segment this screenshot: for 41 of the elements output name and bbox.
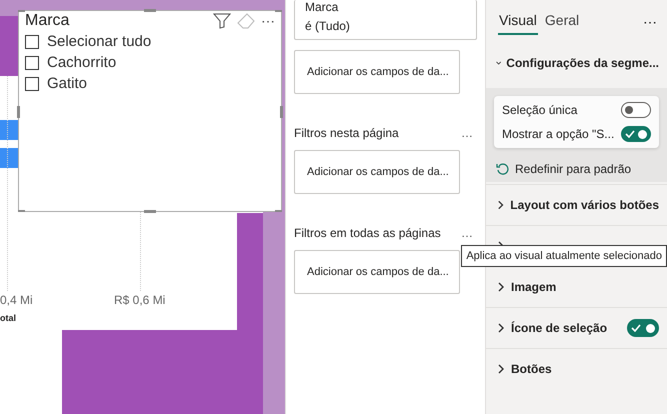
axis-label: 0,4 Mi [0,293,33,307]
tooltip: Aplica ao visual atualmente selecionado [461,245,667,267]
section-title: Filtros nesta página [294,126,399,140]
section-header[interactable]: Ícone de seleção [486,307,667,348]
section-header[interactable]: Layout com vários botões [486,184,667,225]
checkbox[interactable] [25,34,39,48]
axis-label: R$ 0,6 Mi [114,293,166,307]
toggle-switch[interactable] [627,319,659,337]
check-icon [625,130,635,138]
more-options[interactable]: ⋯ [261,13,275,29]
reset-link[interactable]: Redefinir para padrão [515,162,632,176]
more-options[interactable]: … [461,226,473,240]
slicer-item-label[interactable]: Gatito [47,75,88,92]
checkbox[interactable] [25,56,39,70]
drop-zone[interactable]: Adicionar os campos de da... [294,250,460,294]
slicer-item-label[interactable]: Selecionar tudo [47,33,152,50]
canvas-background [0,16,20,76]
slicer-visual[interactable]: Marca ⋯ Selecionar tudo Cachorrito Gatito [18,10,282,212]
reset-icon[interactable] [496,162,509,176]
filter-icon[interactable] [213,13,231,29]
section-header[interactable]: Botões [486,348,667,389]
more-options[interactable]: ⋯ [643,14,657,30]
section-header[interactable]: Configurações da segme... [486,38,667,88]
option-label: Mostrar a opção "S... [502,127,614,141]
option-label: Seleção única [502,103,578,117]
section-title: Filtros em todas as páginas [294,226,441,240]
toggle-switch[interactable] [621,126,651,142]
filter-card[interactable]: Marca é (Tudo) [294,0,477,40]
check-icon [631,324,641,332]
filter-value: é (Tudo) [305,19,351,33]
slicer-title: Marca [25,12,70,30]
filter-field: Marca [305,1,466,13]
tab[interactable]: Visual [498,10,538,34]
drop-zone[interactable]: Adicionar os campos de da... [294,150,460,194]
toggle-switch[interactable] [621,102,651,118]
tab[interactable]: Geral [544,10,580,34]
checkbox[interactable] [25,76,39,90]
axis-title: otal [0,313,16,323]
drop-zone[interactable]: Adicionar os campos de da... [294,50,460,94]
more-options[interactable]: … [461,126,473,140]
slicer-item-label[interactable]: Cachorrito [47,54,116,71]
